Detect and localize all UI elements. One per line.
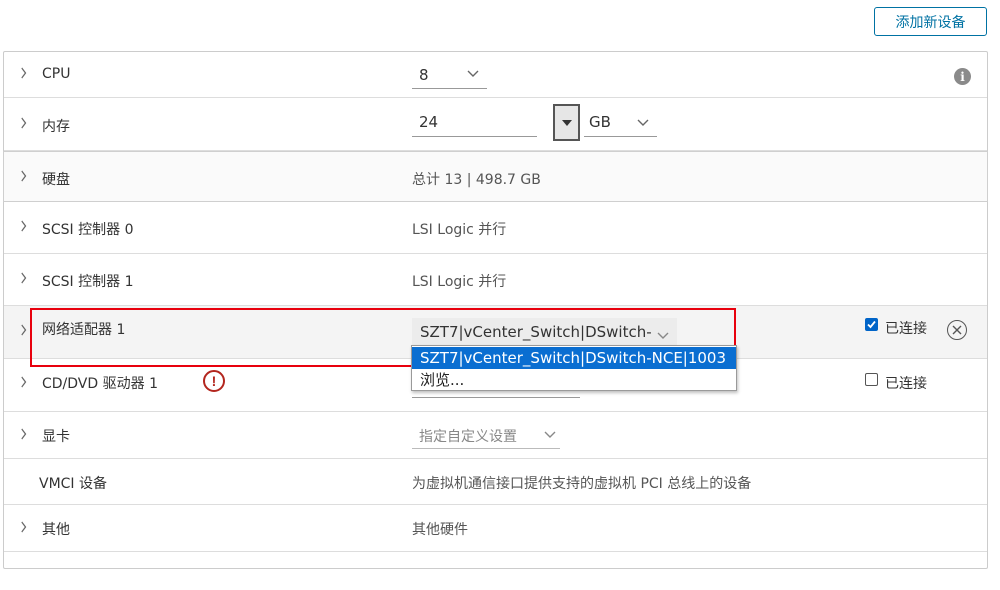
chevron-down-icon bbox=[657, 326, 669, 344]
scsi-controller-0-row[interactable]: SCSI 控制器 0 LSI Logic 并行 bbox=[4, 202, 987, 254]
memory-unit-select[interactable]: GB bbox=[584, 108, 657, 137]
cpu-row[interactable]: CPU 8 i bbox=[4, 52, 987, 98]
other-label: 其他 bbox=[42, 522, 70, 538]
vmci-label: VMCI 设备 bbox=[39, 476, 108, 492]
scsi1-value: LSI Logic 并行 bbox=[412, 274, 507, 290]
memory-value: 24 bbox=[419, 113, 439, 131]
vmci-value: 为虚拟机通信接口提供支持的虚拟机 PCI 总线上的设备 bbox=[412, 476, 752, 492]
hardware-panel: CPU 8 i 内存 24 GB 硬盘 总计 13 | 498.7 GB SCS… bbox=[3, 51, 988, 569]
scsi1-label: SCSI 控制器 1 bbox=[42, 274, 134, 290]
chevron-right-icon[interactable] bbox=[21, 376, 27, 388]
network-dropdown-list[interactable]: SZT7|vCenter_Switch|DSwitch-NCE|1003 浏览.… bbox=[411, 345, 737, 391]
network-adapter-label: 网络适配器 1 bbox=[42, 322, 126, 338]
chevron-right-icon[interactable] bbox=[21, 117, 27, 129]
video-card-label: 显卡 bbox=[42, 429, 70, 445]
chevron-right-icon[interactable] bbox=[21, 428, 27, 440]
chevron-right-icon[interactable] bbox=[21, 324, 27, 336]
disk-value: 总计 13 | 498.7 GB bbox=[412, 172, 541, 188]
panel-footer bbox=[4, 551, 987, 568]
chevron-right-icon[interactable] bbox=[21, 170, 27, 182]
chevron-down-icon bbox=[467, 64, 479, 82]
cdrom-label: CD/DVD 驱动器 1 bbox=[42, 376, 158, 392]
close-circle-icon[interactable] bbox=[947, 320, 967, 340]
video-card-row[interactable]: 显卡 指定自定义设置 bbox=[4, 412, 987, 459]
scsi0-label: SCSI 控制器 0 bbox=[42, 222, 134, 238]
video-card-value: 指定自定义设置 bbox=[419, 429, 517, 445]
cpu-value: 8 bbox=[419, 66, 429, 84]
chevron-down-icon bbox=[637, 113, 649, 131]
chevron-right-icon[interactable] bbox=[21, 220, 27, 232]
disk-label: 硬盘 bbox=[42, 172, 70, 188]
memory-unit-toggle[interactable] bbox=[553, 104, 580, 141]
vmci-device-row: VMCI 设备 为虚拟机通信接口提供支持的虚拟机 PCI 总线上的设备 bbox=[4, 459, 987, 505]
video-card-select[interactable]: 指定自定义设置 bbox=[412, 422, 560, 449]
other-value: 其他硬件 bbox=[412, 522, 468, 538]
cdrom-connected-label: 已连接 bbox=[885, 376, 927, 392]
memory-row[interactable]: 内存 24 GB bbox=[4, 98, 987, 151]
network-option-browse[interactable]: 浏览... bbox=[412, 369, 736, 391]
network-connected-checkbox[interactable] bbox=[865, 318, 878, 331]
cdrom-select-underline bbox=[412, 397, 580, 398]
cpu-select[interactable]: 8 bbox=[412, 62, 487, 89]
warning-icon: ! bbox=[203, 370, 225, 392]
memory-input[interactable]: 24 bbox=[412, 108, 537, 137]
add-new-device-button[interactable]: 添加新设备 bbox=[874, 7, 987, 36]
network-connected-label: 已连接 bbox=[885, 321, 927, 337]
info-icon[interactable]: i bbox=[954, 68, 971, 85]
chevron-down-icon bbox=[544, 427, 556, 443]
memory-unit: GB bbox=[589, 113, 611, 131]
network-value: SZT7|vCenter_Switch|DSwitch-NCE|1003 bbox=[420, 323, 652, 341]
other-row[interactable]: 其他 其他硬件 bbox=[4, 505, 987, 551]
network-select[interactable]: SZT7|vCenter_Switch|DSwitch-NCE|1003 bbox=[412, 318, 677, 347]
chevron-right-icon[interactable] bbox=[21, 272, 27, 284]
cdrom-connected-checkbox[interactable] bbox=[865, 373, 878, 386]
memory-label: 内存 bbox=[42, 119, 70, 135]
cpu-label: CPU bbox=[42, 66, 71, 82]
network-option-selected[interactable]: SZT7|vCenter_Switch|DSwitch-NCE|1003 bbox=[412, 347, 736, 369]
chevron-right-icon[interactable] bbox=[21, 67, 27, 79]
scsi0-value: LSI Logic 并行 bbox=[412, 222, 507, 238]
scsi-controller-1-row[interactable]: SCSI 控制器 1 LSI Logic 并行 bbox=[4, 254, 987, 306]
chevron-right-icon[interactable] bbox=[21, 521, 27, 533]
disk-row[interactable]: 硬盘 总计 13 | 498.7 GB bbox=[3, 151, 988, 202]
